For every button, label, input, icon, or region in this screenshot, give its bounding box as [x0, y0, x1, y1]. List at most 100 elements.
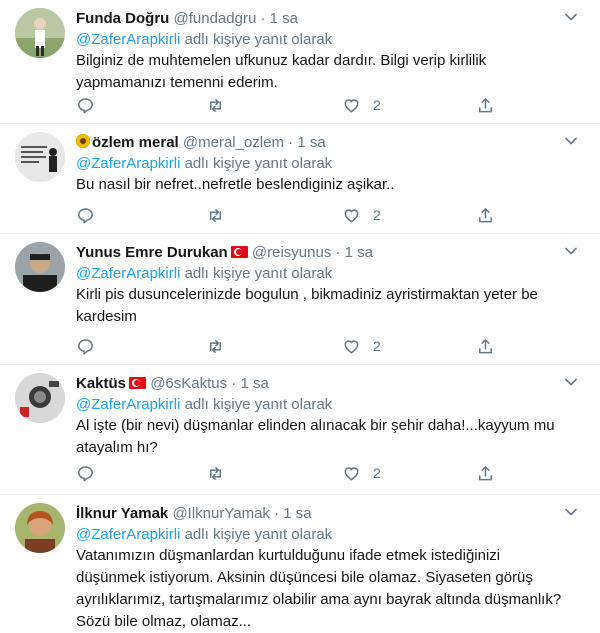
avatar[interactable] [15, 132, 65, 182]
like-icon [342, 464, 361, 483]
like-button[interactable]: 2 [342, 334, 381, 358]
tweet-text-line: Bu nasıl bir nefret..nefretle beslendigi… [76, 176, 395, 193]
like-button[interactable]: 2 [342, 203, 381, 227]
action-bar: 2 [76, 203, 496, 227]
sunflower-icon [76, 134, 90, 148]
reply-context: @ZaferArapkirli adlı kişiye yanıt olarak [76, 525, 332, 545]
reply-button[interactable] [76, 203, 95, 227]
chevron-down-icon[interactable] [564, 505, 578, 519]
share-button[interactable] [476, 334, 495, 358]
tweet-text: Bu nasıl bir nefret..nefretle beslendigi… [76, 174, 576, 196]
tweet-text-line: atayalım hı? [76, 439, 158, 456]
share-icon [476, 337, 495, 356]
share-button[interactable] [476, 93, 495, 117]
like-icon [342, 206, 361, 225]
tweet-header: İlknur Yamak @IlknurYamak · 1 sa [76, 504, 560, 524]
avatar[interactable] [15, 8, 65, 58]
chevron-down-icon[interactable] [564, 10, 578, 24]
action-bar: 2 [76, 93, 496, 117]
retweet-icon [206, 96, 225, 115]
mention-link[interactable]: @ZaferArapkirli [76, 265, 180, 282]
reply-context-text: adlı kişiye yanıt olarak [180, 155, 333, 172]
timestamp[interactable]: 1 sa [345, 244, 373, 261]
tweet-text-line: Al işte (bir nevi) düşmanlar elinden alı… [76, 417, 555, 434]
tweet[interactable]: İlknur Yamak @IlknurYamak · 1 sa @ZaferA… [0, 495, 600, 631]
display-name[interactable]: İlknur Yamak [76, 505, 168, 522]
handle[interactable]: @6sKaktus [150, 375, 227, 392]
tweet[interactable]: Kaktüs @6sKaktus · 1 sa @ZaferArapkirli … [0, 365, 600, 495]
action-bar: 2 [76, 461, 496, 485]
avatar[interactable] [15, 503, 65, 553]
retweet-icon [206, 337, 225, 356]
tweet-text: Al işte (bir nevi) düşmanlar elinden alı… [76, 415, 576, 459]
like-button[interactable]: 2 [342, 461, 381, 485]
share-button[interactable] [476, 203, 495, 227]
tweet-text: Kirli pis dusuncelerinizde bogulun , bik… [76, 284, 576, 328]
display-name[interactable]: özlem meral [92, 134, 179, 151]
display-name[interactable]: Kaktüs [76, 375, 126, 392]
like-icon [342, 337, 361, 356]
separator: · [256, 10, 270, 27]
reply-button[interactable] [76, 334, 95, 358]
like-count: 2 [373, 97, 381, 113]
retweet-button[interactable] [206, 334, 225, 358]
chevron-down-icon[interactable] [564, 375, 578, 389]
tweet-text-line: düşünmek istiyorum. Aksinin düşüncesi bi… [76, 569, 533, 586]
handle[interactable]: @fundadgru [174, 10, 257, 27]
tweet-text-line: kardesim [76, 308, 137, 325]
reply-context: @ZaferArapkirli adlı kişiye yanıt olarak [76, 264, 332, 284]
handle[interactable]: @reisyunus [252, 244, 331, 261]
tweet-text-line: yapmamanızı temenni ederim. [76, 74, 278, 91]
timestamp[interactable]: 1 sa [270, 10, 298, 27]
reply-context-text: adlı kişiye yanıt olarak [180, 396, 333, 413]
like-count: 2 [373, 338, 381, 354]
tweet[interactable]: özlem meral @meral_ozlem · 1 sa @ZaferAr… [0, 124, 600, 234]
timestamp[interactable]: 1 sa [283, 505, 311, 522]
separator: · [283, 134, 298, 151]
reply-context-text: adlı kişiye yanıt olarak [180, 31, 333, 48]
display-name[interactable]: Yunus Emre Durukan [76, 244, 228, 261]
retweet-icon [206, 206, 225, 225]
mention-link[interactable]: @ZaferArapkirli [76, 526, 180, 543]
separator: · [227, 375, 241, 392]
retweet-button[interactable] [206, 461, 225, 485]
mention-link[interactable]: @ZaferArapkirli [76, 396, 180, 413]
reply-context: @ZaferArapkirli adlı kişiye yanıt olarak [76, 30, 332, 50]
action-bar: 2 [76, 334, 496, 358]
share-icon [476, 206, 495, 225]
tweet-text-line: Kirli pis dusuncelerinizde bogulun , bik… [76, 286, 538, 303]
mention-link[interactable]: @ZaferArapkirli [76, 31, 180, 48]
chevron-down-icon[interactable] [564, 244, 578, 258]
avatar[interactable] [15, 373, 65, 423]
handle[interactable]: @IlknurYamak [172, 505, 269, 522]
avatar[interactable] [15, 242, 65, 292]
retweet-button[interactable] [206, 93, 225, 117]
share-button[interactable] [476, 461, 495, 485]
turkish-flag-icon [129, 377, 147, 389]
like-icon [342, 96, 361, 115]
handle[interactable]: @meral_ozlem [183, 134, 284, 151]
separator: · [331, 244, 345, 261]
mention-link[interactable]: @ZaferArapkirli [76, 155, 180, 172]
tweet-text-line: Sözü bile olmaz, olamaz... [76, 613, 252, 630]
reply-icon [76, 206, 95, 225]
reply-icon [76, 96, 95, 115]
reply-button[interactable] [76, 93, 95, 117]
timestamp[interactable]: 1 sa [297, 134, 325, 151]
reply-context: @ZaferArapkirli adlı kişiye yanıt olarak [76, 395, 332, 415]
tweet[interactable]: Yunus Emre Durukan @reisyunus · 1 sa @Za… [0, 234, 600, 365]
tweet-header: Funda Doğru @fundadgru · 1 sa [76, 9, 560, 29]
like-count: 2 [373, 207, 381, 223]
tweet-header: özlem meral @meral_ozlem · 1 sa [76, 133, 560, 153]
retweet-button[interactable] [206, 203, 225, 227]
timestamp[interactable]: 1 sa [240, 375, 268, 392]
separator: · [269, 505, 284, 522]
chevron-down-icon[interactable] [564, 134, 578, 148]
tweet[interactable]: Funda Doğru @fundadgru · 1 sa @ZaferArap… [0, 0, 600, 124]
reply-icon [76, 464, 95, 483]
display-name[interactable]: Funda Doğru [76, 10, 169, 27]
reply-context: @ZaferArapkirli adlı kişiye yanıt olarak [76, 154, 332, 174]
retweet-icon [206, 464, 225, 483]
like-button[interactable]: 2 [342, 93, 381, 117]
reply-button[interactable] [76, 461, 95, 485]
